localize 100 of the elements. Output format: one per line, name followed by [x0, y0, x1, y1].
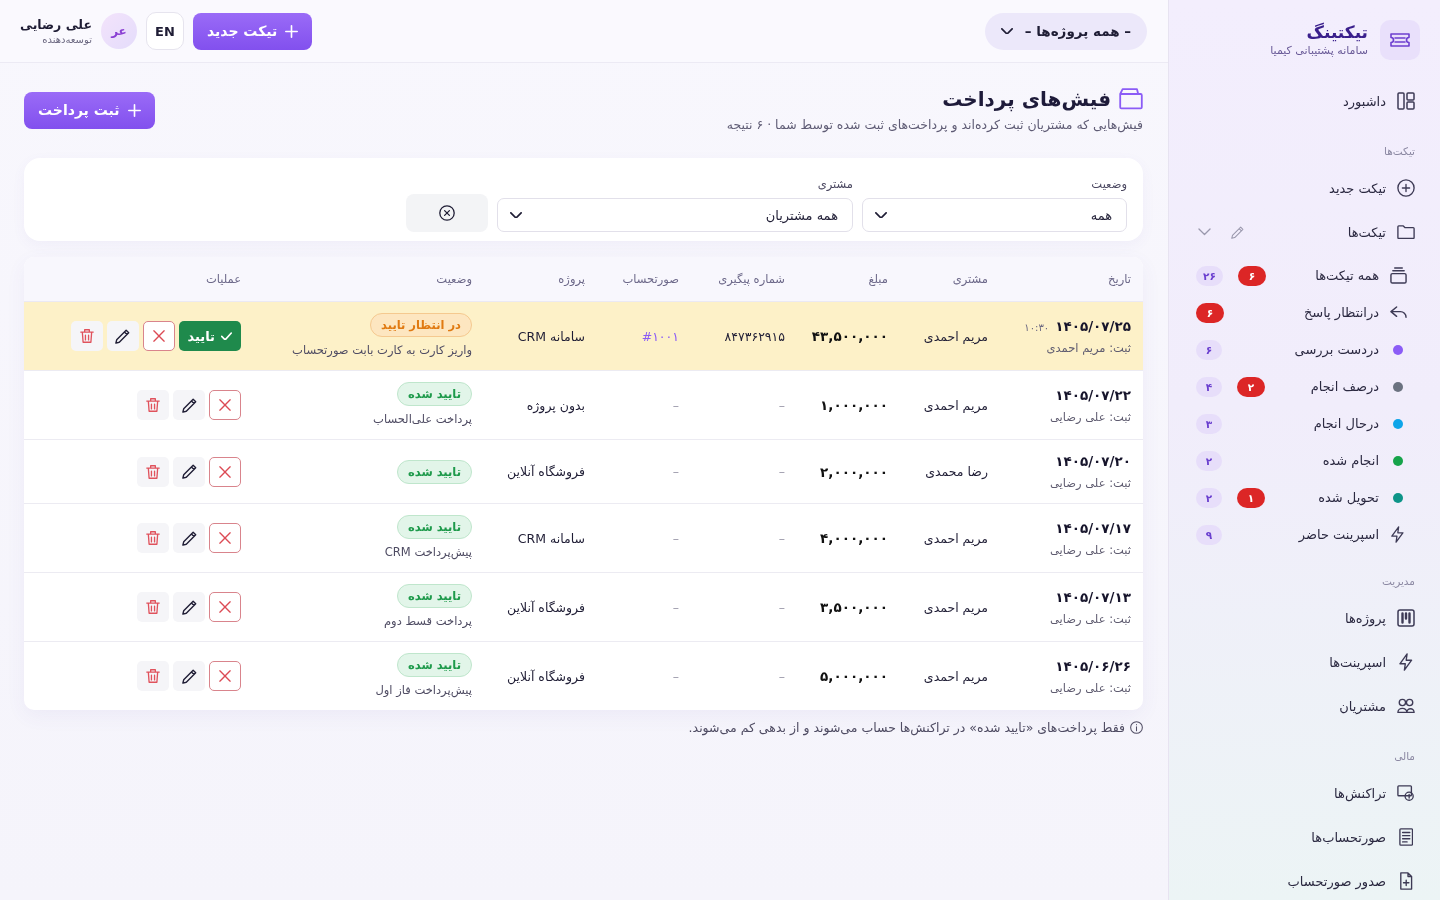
money-icon — [1397, 784, 1415, 802]
nav-item[interactable]: اسپرینت حاضر ۹ — [1196, 516, 1420, 553]
invoice-link[interactable]: #۱۰۰۱ — [641, 328, 679, 344]
nav-item[interactable]: انجام شده ۲ — [1196, 442, 1420, 479]
page-title: فیش‌های پرداخت — [942, 86, 1111, 113]
document-icon — [1398, 828, 1414, 846]
tracking-number: ۸۴۷۳۶۲۹۱۵ — [724, 328, 785, 344]
registered-by: ثبت: علی رضایی — [1050, 610, 1131, 628]
delete-button[interactable] — [137, 456, 169, 487]
nav-item[interactable]: دردست بررسی ۶ — [1196, 331, 1420, 368]
project-name: بدون پروژه — [526, 397, 585, 413]
approve-button[interactable]: تایید — [178, 321, 241, 351]
edit-button[interactable] — [173, 390, 205, 420]
language-button[interactable]: EN — [145, 12, 184, 50]
payment-amount: ۳,۵۰۰,۰۰۰ — [820, 599, 888, 615]
nav-item[interactable]: داشبورد — [1196, 79, 1420, 123]
dashboard-icon — [1397, 92, 1415, 110]
pencil-icon — [181, 668, 197, 684]
nav-item[interactable]: صدور صورتحساب — [1196, 859, 1420, 900]
ticket-logo-icon — [1380, 20, 1420, 60]
project-name: فروشگاه آنلاین — [506, 668, 585, 684]
folder-icon — [1397, 224, 1415, 240]
nav-item[interactable]: تیکت‌ها — [1244, 210, 1420, 254]
column-header: تاریخ — [1108, 272, 1131, 286]
nav-item[interactable]: پروژه‌ها — [1196, 596, 1420, 640]
nav-item[interactable]: درانتظار پاسخ ۶ — [1196, 294, 1420, 331]
project-name: فروشگاه آنلاین — [506, 464, 585, 479]
user-avatar[interactable]: عر — [100, 13, 137, 49]
chevron-down-icon — [510, 211, 522, 219]
count-badge: ۲۶ — [1196, 265, 1223, 286]
pencil-icon[interactable] — [1231, 225, 1244, 239]
payment-amount: ۴,۰۰۰,۰۰۰ — [820, 530, 888, 546]
nav-item[interactable]: درحال انجام ۳ — [1196, 405, 1420, 442]
empty-dash: – — [778, 464, 785, 479]
alert-badge: ۶ — [1237, 265, 1266, 286]
x-icon — [219, 601, 231, 613]
nav-item[interactable]: صورتحساب‌ها — [1196, 815, 1420, 859]
folder-icon — [1119, 88, 1143, 110]
clear-filters-button[interactable] — [406, 194, 488, 232]
user-role: توسعه‌دهنده — [42, 32, 92, 47]
reject-button[interactable] — [209, 661, 241, 691]
count-badge: ۴ — [1196, 376, 1222, 397]
edit-button[interactable] — [173, 523, 205, 553]
filter-label: وضعیت — [1091, 176, 1127, 192]
trash-icon — [79, 329, 94, 343]
nav-item[interactable]: تیکت جدید — [1196, 166, 1420, 210]
edit-button[interactable] — [173, 592, 205, 622]
edit-button[interactable] — [173, 456, 205, 487]
delete-button[interactable] — [137, 661, 169, 691]
project-name: سامانه CRM — [517, 328, 585, 344]
plus-icon — [127, 103, 141, 117]
empty-dash: – — [778, 397, 785, 413]
project-selector[interactable]: – همه پروژه‌ها – — [984, 12, 1147, 50]
column-header: مبلغ — [868, 272, 888, 286]
nav-item[interactable]: تحویل شده ۱ ۲ — [1196, 479, 1420, 516]
trash-icon — [146, 531, 160, 545]
reject-button[interactable] — [209, 523, 241, 553]
app-title: تیکتینگ — [1305, 21, 1368, 43]
delete-button[interactable] — [137, 592, 169, 622]
status-badge: تایید شده — [396, 459, 472, 484]
lightning-icon — [1391, 526, 1405, 543]
delete-button[interactable] — [137, 390, 169, 420]
alert-badge: ۱ — [1237, 487, 1265, 508]
select-field[interactable]: همه — [862, 198, 1127, 232]
chevron-icon[interactable] — [1198, 228, 1211, 236]
x-icon — [219, 670, 231, 682]
count-badge: ۲ — [1196, 487, 1222, 508]
nav-item[interactable]: مشتریان — [1196, 684, 1420, 728]
registered-by: ثبت: مریم احمدی — [1046, 339, 1131, 357]
lightning-icon — [1398, 653, 1414, 671]
edit-button[interactable] — [173, 661, 205, 691]
plus-icon — [285, 24, 299, 38]
kanban-icon — [1397, 609, 1415, 627]
user-name: علی رضایی — [20, 15, 92, 33]
customer-name: مریم احمدی — [923, 530, 988, 546]
payment-date: ۱۴۰۵/۰۷/۲۵ — [1055, 316, 1131, 336]
nav-item[interactable]: تراکنش‌ها — [1196, 771, 1420, 815]
edit-button[interactable] — [106, 321, 139, 351]
select-field[interactable]: همه مشتریان — [497, 198, 853, 232]
delete-button[interactable] — [137, 523, 169, 553]
registered-by: ثبت: علی رضایی — [1050, 408, 1131, 426]
nav-item[interactable]: همه تیکت‌ها ۶ ۲۶ — [1196, 257, 1420, 294]
add-payment-button[interactable]: ثبت پرداخت — [24, 91, 155, 129]
nav-item[interactable]: اسپرینت‌ها — [1196, 640, 1420, 684]
customer-name: مریم احمدی — [923, 397, 988, 413]
status-badge: تایید شده — [396, 584, 472, 608]
nav-item[interactable]: درصف انجام ۲ ۴ — [1196, 368, 1420, 405]
customer-name: رضا محمدی — [925, 464, 988, 479]
trash-icon — [146, 464, 160, 479]
tray-icon — [1389, 267, 1407, 284]
payment-amount: ۱,۰۰۰,۰۰۰ — [820, 397, 888, 413]
column-header: عملیات — [205, 272, 241, 286]
customer-name: مریم احمدی — [923, 599, 988, 615]
empty-dash: – — [672, 464, 679, 479]
new-ticket-button[interactable]: تیکت جدید — [192, 12, 313, 50]
payment-note: پیش‌پرداخت فاز اول — [375, 682, 472, 699]
reject-button[interactable] — [209, 390, 241, 420]
empty-dash: – — [778, 530, 785, 546]
reject-button[interactable] — [209, 592, 241, 622]
count-badge: ۶ — [1196, 339, 1222, 360]
